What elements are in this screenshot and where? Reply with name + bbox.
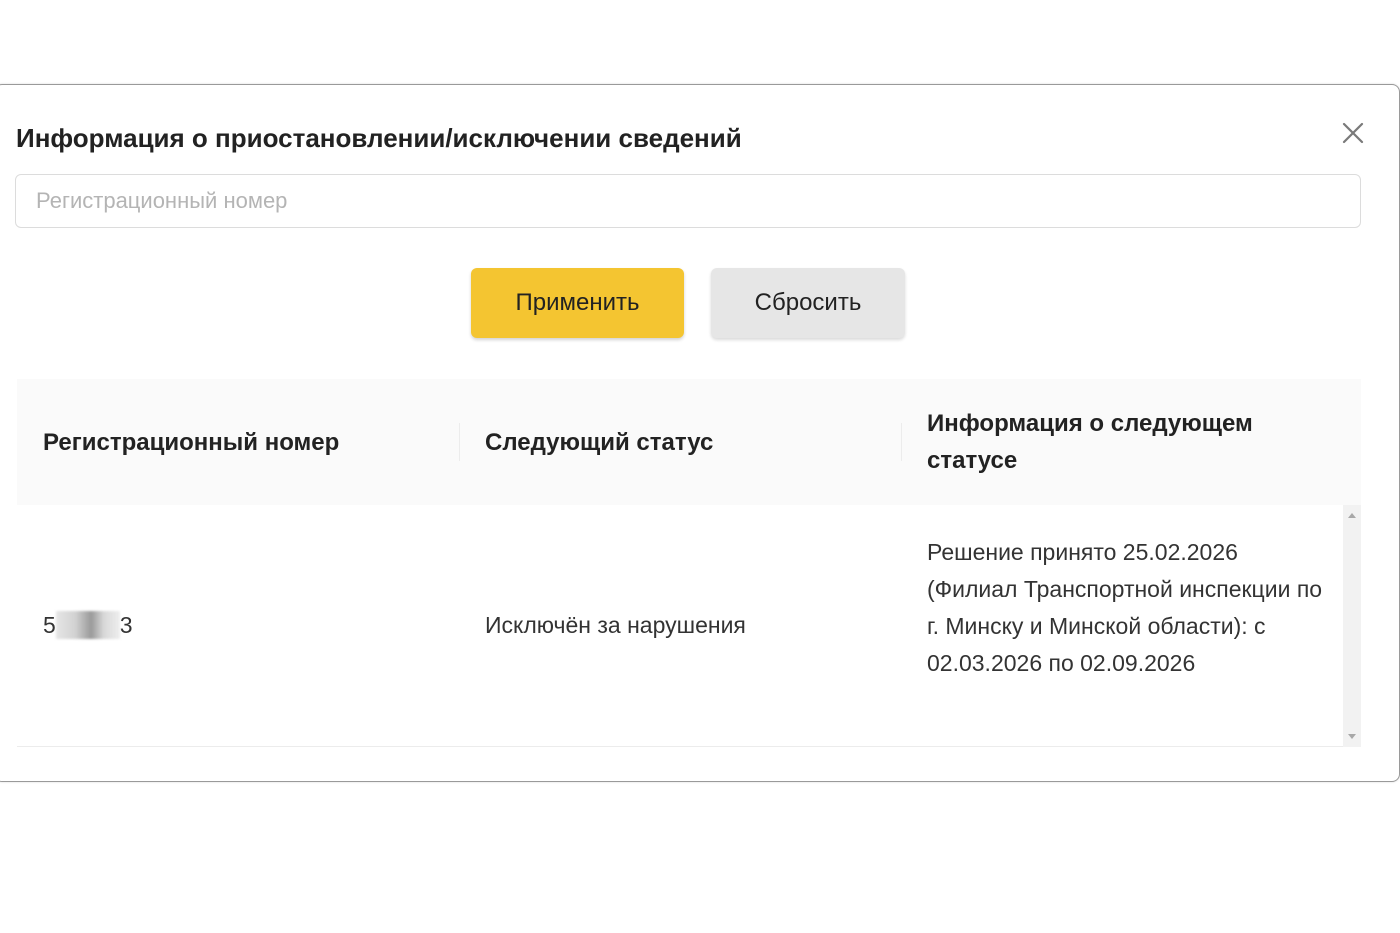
column-header-reg-number: Регистрационный номер [43,428,340,456]
cell-next-status: Исключён за нарушения [485,612,746,638]
column-header-next-status: Следующий статус [485,428,714,456]
cell-reg-number: 53 [43,607,133,644]
column-divider [901,423,902,461]
results-table: Регистрационный номер Следующий статус И… [17,379,1361,747]
reset-button[interactable]: Сбросить [711,268,905,338]
apply-button[interactable]: Применить [471,268,684,338]
close-icon [1342,122,1364,144]
column-header-status-info: Информация о следующем статусе [927,410,1253,474]
table-header: Регистрационный номер Следующий статус И… [17,379,1361,505]
reg-number-suffix: 3 [119,612,133,638]
registration-number-input[interactable] [15,174,1361,228]
scroll-down-arrow-icon[interactable] [1348,734,1356,739]
modal-title: Информация о приостановлении/исключении … [16,123,742,153]
redacted-reg-number [55,610,120,639]
close-button[interactable] [1339,119,1367,147]
reg-number-prefix: 5 [43,612,56,638]
table-scrollbar[interactable] [1343,505,1361,747]
scroll-up-arrow-icon[interactable] [1348,513,1356,518]
info-modal: Информация о приостановлении/исключении … [0,84,1400,782]
cell-status-info: Решение принято 25.02.2026 (Филиал Транс… [927,539,1323,676]
column-divider [459,423,460,461]
table-body: 53 Исключён за нарушения Решение принято… [17,505,1361,747]
